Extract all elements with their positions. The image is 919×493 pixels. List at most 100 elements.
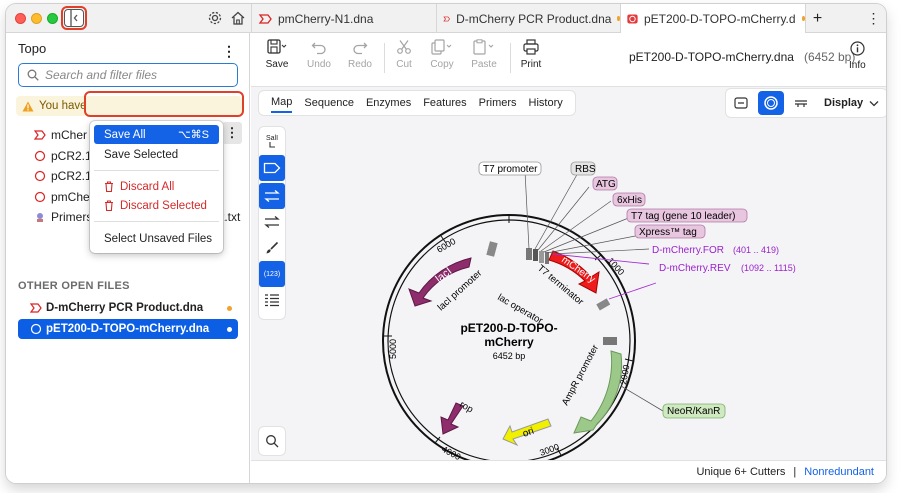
forward-primer-label[interactable]: D-mCherry.FOR — [652, 245, 724, 256]
status-bar: Unique 6+ Cutters | Nonredundant — [251, 460, 886, 483]
other-open-files-label: OTHER OPEN FILES — [18, 280, 130, 292]
brush-tool[interactable] — [259, 235, 285, 261]
file-item[interactable]: pmChe — [34, 188, 90, 206]
tab-overflow-menu-icon[interactable]: ⋮ — [861, 4, 886, 33]
primer-icon — [264, 190, 280, 202]
ampr-promoter-feature[interactable] — [603, 337, 617, 345]
home-icon[interactable] — [230, 10, 246, 26]
close-window-button[interactable] — [15, 13, 26, 24]
map-title-line1: pET200-D-TOPO- — [460, 321, 557, 335]
undo-label: Undo — [307, 59, 331, 70]
t7-terminator-feature[interactable] — [596, 298, 611, 311]
circular-map-icon — [764, 96, 778, 110]
map-search-button[interactable] — [259, 427, 285, 455]
open-file-pet200-d-topo-mcherry[interactable]: pET200-D-TOPO-mCherry.dna — [18, 319, 238, 339]
undo-button[interactable]: Undo — [299, 39, 339, 70]
count-label: (123) — [263, 270, 281, 278]
circular-dna-file-icon — [34, 150, 46, 162]
tab-sequence[interactable]: Sequence — [304, 94, 354, 112]
file-label: pCR2.1- — [51, 149, 96, 163]
menu-save-selected[interactable]: Save Selected — [94, 145, 219, 164]
tab-label: D-mCherry PCR Product.dna — [456, 11, 612, 26]
restriction-site-label: SalI — [265, 134, 279, 142]
tab-features[interactable]: Features — [423, 94, 466, 112]
tab-pmcherry-n1[interactable]: pmCherry-N1.dna — [251, 4, 436, 33]
tab-map[interactable]: Map — [271, 93, 293, 113]
redo-button[interactable]: Redo — [340, 39, 380, 70]
sidebar-toggle-icon[interactable] — [64, 9, 84, 27]
menu-discard-selected[interactable]: Discard Selected — [94, 196, 219, 215]
reverse-primer-label[interactable]: D-mCherry.REV — [659, 263, 731, 274]
open-file-label: pET200-D-TOPO-mCherry.dna — [46, 323, 210, 335]
paste-button[interactable]: Paste — [464, 39, 504, 70]
orf-tool[interactable] — [259, 209, 285, 235]
search-input[interactable]: Search and filter files — [18, 63, 238, 87]
display-controls: Display — [726, 89, 886, 117]
search-icon — [266, 435, 279, 448]
search-placeholder: Search and filter files — [45, 68, 158, 82]
atg-label: ATG — [596, 179, 616, 190]
sidebar-menu-icon[interactable]: ⋮ — [222, 43, 236, 60]
circular-dna-file-icon — [34, 191, 46, 203]
primer-tool[interactable] — [259, 183, 285, 209]
file-item[interactable]: mCher — [34, 126, 87, 144]
title-bar: pmCherry-N1.dna D-mCherry PCR Product.dn… — [6, 4, 886, 33]
open-file-d-mcherry-pcr-product[interactable]: D-mCherry PCR Product.dna — [18, 298, 238, 318]
circular-map-button[interactable] — [758, 91, 784, 115]
feature-tool[interactable] — [259, 155, 285, 181]
tab-pet200-d-topo-mcherry[interactable]: pET200-D-TOPO-mCherry.d — [620, 4, 805, 33]
gear-icon[interactable] — [207, 10, 223, 26]
print-button[interactable]: Print — [511, 39, 551, 70]
tab-label: pET200-D-TOPO-mCherry.d — [643, 11, 796, 26]
tab-primers[interactable]: Primers — [479, 94, 517, 112]
menu-save-all[interactable]: Save All ⌥⌘S — [94, 125, 219, 144]
unsaved-dot — [227, 326, 232, 332]
linear-map-button[interactable] — [728, 91, 754, 115]
file-item[interactable]: pCR2.1- — [34, 167, 96, 185]
dna-file-icon — [30, 303, 42, 313]
xpress-tag-label: Xpress™ tag — [639, 227, 697, 238]
warning-icon — [22, 101, 34, 111]
map-title-line2: mCherry — [484, 335, 534, 349]
minimize-window-button[interactable] — [31, 13, 42, 24]
laci-promoter-feature[interactable] — [486, 241, 498, 257]
save-icon — [267, 39, 287, 54]
display-dropdown[interactable]: Display — [816, 97, 886, 109]
zoom-window-button[interactable] — [47, 13, 58, 24]
info-icon — [850, 41, 865, 56]
cut-button[interactable]: Cut — [384, 39, 424, 70]
dna-file-icon — [443, 16, 450, 21]
file-item[interactable]: Primers — [34, 208, 92, 226]
circular-dna-file-icon — [34, 170, 46, 182]
redo-icon — [353, 42, 368, 55]
tab-history[interactable]: History — [529, 94, 563, 112]
info-button[interactable]: Info — [849, 41, 866, 71]
feature-arrow-icon — [263, 162, 281, 174]
count-tool[interactable]: (123) — [259, 261, 285, 287]
forward-primer-range: (401 .. 419) — [733, 245, 779, 255]
circular-dna-file-icon — [627, 14, 638, 23]
ampr-promoter-label: AmpR promoter — [560, 343, 601, 407]
file-label: pmChe — [51, 190, 90, 204]
new-tab-button[interactable]: + — [805, 4, 829, 33]
cutters-label[interactable]: Unique 6+ Cutters — [696, 466, 785, 478]
unsaved-warning-row: You have — [16, 96, 242, 116]
t7-feature-cluster[interactable] — [526, 248, 549, 264]
save-button[interactable]: Save — [257, 39, 297, 70]
file-item[interactable]: pCR2.1- — [34, 147, 96, 165]
menu-select-unsaved[interactable]: Select Unsaved Files — [94, 229, 219, 248]
scissors-icon — [397, 40, 411, 54]
file-label: Primers — [51, 210, 93, 224]
menu-discard-all[interactable]: Discard All — [94, 177, 219, 196]
copy-button[interactable]: Copy — [422, 39, 462, 70]
unsaved-menu-button[interactable]: ⋮ — [222, 122, 242, 144]
table-tool[interactable] — [259, 287, 285, 313]
sequence-view-button[interactable] — [788, 91, 814, 115]
app-window: pmCherry-N1.dna D-mCherry PCR Product.dn… — [6, 4, 886, 483]
tab-d-mcherry-pcr-product[interactable]: D-mCherry PCR Product.dna — [436, 4, 620, 33]
tab-enzymes[interactable]: Enzymes — [366, 94, 411, 112]
nonredundant-link[interactable]: Nonredundant — [804, 466, 874, 478]
menu-label: Discard All — [120, 180, 175, 193]
plasmid-map[interactable]: 1000 2000 3000 4000 5000 6000 pET200-D-T… — [291, 121, 881, 483]
restriction-site-tool[interactable]: SalI — [259, 129, 285, 155]
